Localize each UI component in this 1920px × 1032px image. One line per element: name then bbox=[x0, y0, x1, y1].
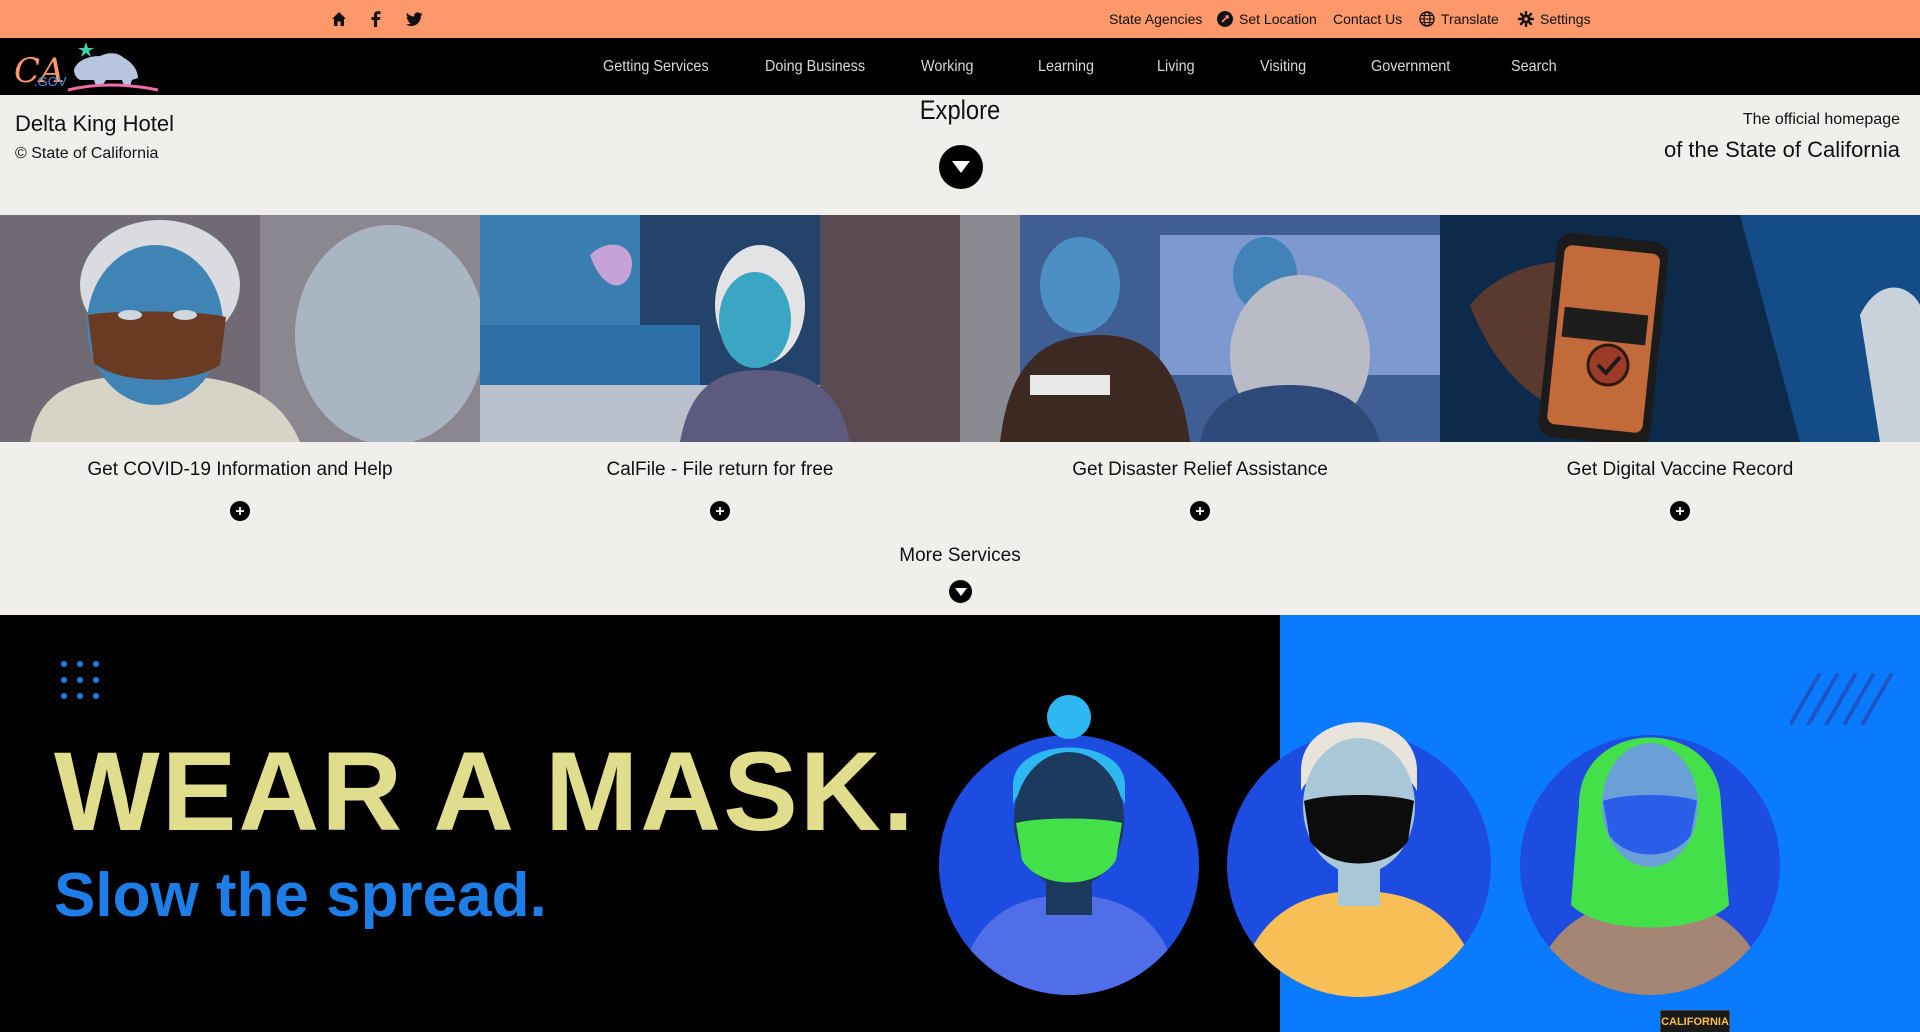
nav-learning[interactable]: Learning bbox=[1038, 38, 1094, 95]
card-expand-covid[interactable] bbox=[230, 501, 250, 521]
explore-expand-button[interactable] bbox=[939, 145, 983, 189]
masked-person-illustration-1 bbox=[939, 695, 1199, 995]
nav-living[interactable]: Living bbox=[1157, 38, 1195, 95]
triangle-down-icon bbox=[954, 587, 967, 596]
nav-government[interactable]: Government bbox=[1371, 38, 1450, 95]
location-icon bbox=[1217, 11, 1233, 27]
masked-person-illustration-2 bbox=[1227, 722, 1491, 997]
nav-search[interactable]: Search bbox=[1511, 38, 1557, 95]
state-agencies-label: State Agencies bbox=[1109, 11, 1203, 27]
more-services-expand-button[interactable] bbox=[949, 580, 972, 603]
nav-doing-business[interactable]: Doing Business bbox=[765, 38, 865, 95]
card-title-calfile[interactable]: CalFile - File return for free bbox=[480, 459, 960, 481]
hero-band: Delta King Hotel © State of California E… bbox=[0, 95, 1920, 215]
card-title-covid[interactable]: Get COVID-19 Information and Help bbox=[0, 459, 480, 481]
card-image-vaccine[interactable] bbox=[1440, 215, 1920, 442]
utility-bar: State Agencies Set Location Contact Us T… bbox=[0, 0, 1920, 38]
card-expand-vaccine[interactable] bbox=[1670, 501, 1690, 521]
home-icon[interactable] bbox=[330, 10, 348, 28]
settings-link[interactable]: Settings bbox=[1518, 0, 1591, 38]
california-badge: CALIFORNIA bbox=[1660, 1010, 1730, 1032]
triangle-down-icon bbox=[952, 161, 970, 173]
service-card-vaccine: Get Digital Vaccine Record bbox=[1440, 215, 1920, 521]
plus-icon bbox=[236, 507, 244, 515]
facebook-icon[interactable] bbox=[367, 10, 385, 28]
plus-icon bbox=[716, 507, 724, 515]
banner-subline: Slow the spread. bbox=[54, 861, 547, 930]
contact-us-label: Contact Us bbox=[1333, 11, 1403, 27]
contact-us-link[interactable]: Contact Us bbox=[1333, 0, 1402, 38]
card-image-calfile[interactable] bbox=[480, 215, 960, 442]
card-expand-calfile[interactable] bbox=[710, 501, 730, 521]
explore-heading: Explore bbox=[919, 95, 1001, 125]
settings-label: Settings bbox=[1540, 11, 1591, 27]
copyright-text: © State of California bbox=[15, 145, 159, 162]
set-location-link[interactable]: Set Location bbox=[1217, 0, 1317, 38]
ca-gov-logo[interactable]: CA .GOV bbox=[14, 40, 164, 94]
service-card-calfile: CalFile - File return for free bbox=[480, 215, 960, 521]
translate-link[interactable]: Translate bbox=[1419, 0, 1499, 38]
official-homepage-line2: of the State of California bbox=[1663, 137, 1900, 162]
state-agencies-link[interactable]: State Agencies bbox=[1109, 0, 1202, 38]
card-expand-disaster[interactable] bbox=[1190, 501, 1210, 521]
official-homepage-line1: The official homepage bbox=[1742, 111, 1900, 128]
plus-icon bbox=[1196, 507, 1204, 515]
card-title-vaccine[interactable]: Get Digital Vaccine Record bbox=[1440, 459, 1920, 481]
more-services-link[interactable]: More Services bbox=[860, 545, 1060, 567]
mask-campaign-banner[interactable]: WEAR A MASK. Slow the spread. CALIFORNIA bbox=[0, 615, 1920, 1032]
main-navigation: CA .GOV Getting Services Doing Business … bbox=[0, 38, 1920, 95]
gear-icon bbox=[1518, 11, 1534, 27]
plus-icon bbox=[1676, 507, 1684, 515]
set-location-label: Set Location bbox=[1239, 11, 1317, 27]
masked-person-illustration-3 bbox=[1520, 735, 1780, 995]
nav-visiting[interactable]: Visiting bbox=[1260, 38, 1306, 95]
dot-grid-decoration bbox=[61, 661, 99, 699]
nav-getting-services[interactable]: Getting Services bbox=[603, 38, 709, 95]
twitter-icon[interactable] bbox=[405, 10, 423, 28]
service-cards: Get COVID-19 Information and Help CalFil… bbox=[0, 215, 1920, 521]
site-name: Delta King Hotel bbox=[15, 111, 174, 136]
globe-icon bbox=[1419, 11, 1435, 27]
card-image-disaster[interactable] bbox=[960, 215, 1440, 442]
nav-working[interactable]: Working bbox=[921, 38, 974, 95]
service-card-covid: Get COVID-19 Information and Help bbox=[0, 215, 480, 521]
banner-headline: WEAR A MASK. bbox=[54, 729, 916, 854]
card-title-disaster[interactable]: Get Disaster Relief Assistance bbox=[960, 459, 1440, 481]
service-card-disaster: Get Disaster Relief Assistance bbox=[960, 215, 1440, 521]
translate-label: Translate bbox=[1441, 11, 1499, 27]
card-image-covid[interactable] bbox=[0, 215, 480, 442]
svg-text:.GOV: .GOV bbox=[34, 74, 67, 89]
diagonal-stripes-decoration bbox=[1790, 673, 1894, 725]
